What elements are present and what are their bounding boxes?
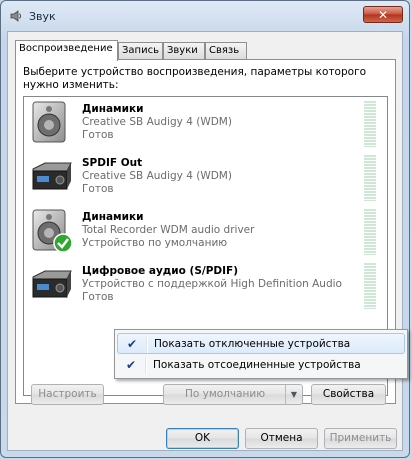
properties-button[interactable]: Свойства [311, 384, 386, 405]
device-name: Динамики [82, 103, 144, 115]
volume-meter [364, 263, 376, 309]
tab-recording[interactable]: Запись [118, 42, 163, 59]
window-title: Звук [29, 10, 56, 23]
ok-button[interactable]: OK [166, 428, 239, 449]
chevron-down-icon[interactable]: ▼ [285, 385, 302, 404]
device-status: Готов [82, 129, 114, 141]
menu-separator [146, 336, 148, 353]
menu-item-show-disabled[interactable]: ✔ Показать отключенные устройства [117, 333, 405, 354]
instruction-text: Выберите устройство воспроизведения, пар… [23, 66, 367, 91]
apply-button[interactable]: Применить [324, 428, 397, 449]
tab-playback-label: Воспроизведение [19, 43, 113, 54]
speaker-app-icon [10, 10, 21, 22]
device-driver: Creative SB Audigy 4 (WDM) [82, 170, 232, 182]
tab-communications[interactable]: Связь [205, 42, 247, 59]
menu-item-label: Показать отсоединенные устройства [153, 359, 361, 371]
menu-item-show-disconnected[interactable]: ✔ Показать отсоединенные устройства [117, 355, 405, 376]
checkmark-icon: ✔ [126, 358, 137, 372]
sound-dialog: Звук ✕ Воспроизведение Запись Звуки Связ… [0, 0, 410, 458]
set-default-label: По умолчанию [184, 388, 266, 400]
list-item-device[interactable]: Динамики Total Recorder WDM audio driver… [24, 207, 387, 257]
device-status: Готов [82, 183, 114, 195]
device-name: Динамики [82, 211, 144, 223]
tab-playback[interactable]: Воспроизведение [15, 40, 118, 61]
speaker-default-icon [32, 209, 73, 253]
context-menu: ✔ Показать отключенные устройства ✔ Пока… [114, 329, 408, 379]
device-driver: Total Recorder WDM audio driver [82, 224, 255, 236]
checkmark-icon: ✔ [127, 337, 138, 351]
list-item-device[interactable]: Цифровое аудио (S/PDIF) Устройство с под… [24, 261, 387, 311]
receiver-icon [32, 270, 72, 298]
device-status: Устройство по умолчанию [82, 237, 228, 249]
close-button[interactable]: ✕ [363, 6, 403, 23]
device-name: Цифровое аудио (S/PDIF) [82, 265, 239, 277]
list-item-device[interactable]: SPDIF Out Creative SB Audigy 4 (WDM) Гот… [24, 153, 387, 203]
device-status: Готов [82, 291, 114, 303]
list-item-device[interactable]: Динамики Creative SB Audigy 4 (WDM) Гото… [24, 99, 387, 149]
set-default-button[interactable]: По умолчанию ▼ [163, 384, 303, 405]
tab-recording-label: Запись [122, 45, 159, 56]
menu-item-label: Показать отключенные устройства [154, 338, 351, 350]
configure-button[interactable]: Настроить [31, 384, 104, 405]
receiver-icon [32, 162, 72, 190]
device-driver: Устройство с поддержкой High Definition … [82, 278, 342, 290]
close-icon: ✕ [377, 8, 389, 22]
volume-meter [364, 101, 376, 147]
volume-meter [364, 155, 376, 201]
dialog-client-area: Воспроизведение Запись Звуки Связь Выбер… [7, 31, 403, 451]
device-driver: Creative SB Audigy 4 (WDM) [82, 116, 232, 128]
cancel-button[interactable]: Отмена [245, 428, 318, 449]
device-name: SPDIF Out [82, 157, 143, 169]
tab-sounds-label: Звуки [167, 45, 198, 56]
tab-communications-label: Связь [209, 45, 240, 56]
menu-separator [145, 357, 147, 374]
volume-meter [364, 209, 376, 255]
tab-sounds[interactable]: Звуки [163, 42, 205, 59]
speaker-icon [32, 101, 66, 143]
title-bar[interactable]: Звук ✕ [1, 1, 409, 31]
